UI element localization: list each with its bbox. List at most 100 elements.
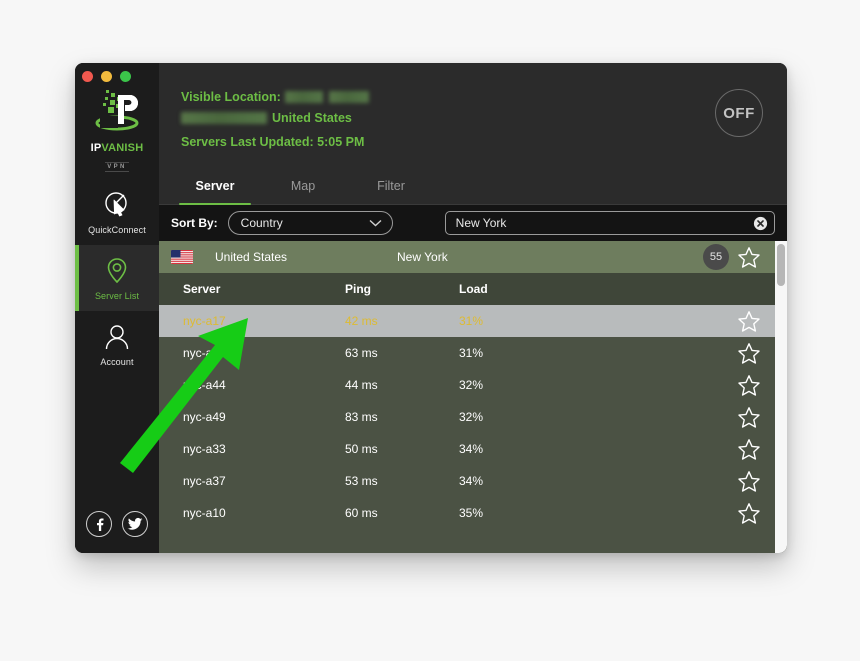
us-flag-icon bbox=[171, 250, 193, 264]
table-row[interactable]: nyc-a41 63 ms 31% bbox=[159, 337, 775, 369]
cell-server: nyc-a17 bbox=[183, 314, 226, 328]
table-row[interactable]: nyc-a49 83 ms 32% bbox=[159, 401, 775, 433]
star-outline-icon bbox=[738, 406, 760, 428]
sidebar-item-server-list[interactable]: Server List bbox=[75, 245, 159, 311]
table-row[interactable]: nyc-a17 42 ms 31% bbox=[159, 305, 775, 337]
clear-circle-icon bbox=[753, 216, 768, 230]
servers-last-updated: Servers Last Updated: 5:05 PM bbox=[181, 135, 365, 149]
main-panel: Visible Location: United States Servers … bbox=[159, 63, 787, 553]
power-toggle-button[interactable]: OFF bbox=[715, 89, 763, 137]
cell-server: nyc-a10 bbox=[183, 506, 226, 520]
sidebar-item-account-label: Account bbox=[100, 356, 134, 367]
twitter-button[interactable] bbox=[122, 511, 148, 537]
sidebar-nav: QuickConnect Server List Account bbox=[75, 179, 159, 377]
logo-wordmark: IPVANISH bbox=[75, 139, 159, 155]
cell-server: nyc-a41 bbox=[183, 346, 226, 360]
sidebar-item-account[interactable]: Account bbox=[75, 311, 159, 377]
cell-server: nyc-a37 bbox=[183, 474, 226, 488]
filter-toolbar: Sort By: Country New York bbox=[159, 205, 787, 241]
window-traffic-lights bbox=[82, 71, 131, 82]
table-row[interactable]: nyc-a33 50 ms 34% bbox=[159, 433, 775, 465]
cell-ping: 44 ms bbox=[345, 378, 378, 392]
redacted-city-block-1 bbox=[284, 91, 323, 103]
favorite-server-star-button[interactable] bbox=[737, 342, 761, 365]
search-input-value: New York bbox=[455, 216, 507, 230]
cell-ping: 60 ms bbox=[345, 506, 378, 520]
cell-load: 31% bbox=[459, 346, 484, 360]
column-header-server: Server bbox=[183, 282, 221, 296]
screenshot-stage: IPVANISH VPN QuickConnect Server List Ac… bbox=[0, 0, 860, 661]
table-column-headers: Server Ping Load bbox=[159, 273, 775, 305]
tab-bar: Server Map Filter bbox=[159, 175, 787, 205]
table-row[interactable]: nyc-a44 44 ms 32% bbox=[159, 369, 775, 401]
visible-location-country: United States bbox=[272, 111, 352, 125]
visible-location-line-2: United States bbox=[181, 108, 787, 129]
favorite-server-star-button[interactable] bbox=[737, 310, 761, 333]
visible-location-line-1: Visible Location: bbox=[181, 87, 787, 108]
server-count-badge: 55 bbox=[703, 244, 729, 270]
maximize-window-button[interactable] bbox=[120, 71, 131, 82]
cell-load: 32% bbox=[459, 410, 484, 424]
logo-vpn-text: VPN bbox=[105, 162, 129, 172]
tab-map[interactable]: Map bbox=[259, 175, 347, 204]
sort-by-select[interactable]: Country bbox=[227, 211, 393, 235]
server-list-container: United States New York 55 Server Ping Lo… bbox=[159, 241, 787, 553]
cell-ping: 53 ms bbox=[345, 474, 378, 488]
sort-by-value: Country bbox=[240, 216, 283, 230]
cell-ping: 63 ms bbox=[345, 346, 378, 360]
facebook-icon bbox=[96, 517, 103, 531]
quickconnect-icon bbox=[105, 191, 127, 216]
server-list: United States New York 55 Server Ping Lo… bbox=[159, 241, 775, 553]
scrollbar-thumb[interactable] bbox=[777, 244, 785, 286]
facebook-button[interactable] bbox=[86, 511, 112, 537]
app-logo: IPVANISH VPN bbox=[75, 88, 159, 173]
region-name: New York bbox=[397, 250, 448, 264]
favorite-server-star-button[interactable] bbox=[737, 502, 761, 525]
redacted-state-block bbox=[181, 112, 267, 124]
cell-ping: 50 ms bbox=[345, 442, 378, 456]
star-outline-icon bbox=[738, 374, 760, 396]
cell-load: 35% bbox=[459, 506, 484, 520]
cell-load: 34% bbox=[459, 442, 484, 456]
cell-load: 32% bbox=[459, 378, 484, 392]
cell-ping: 83 ms bbox=[345, 410, 378, 424]
sidebar: IPVANISH VPN QuickConnect Server List Ac… bbox=[75, 63, 159, 553]
star-outline-icon bbox=[738, 438, 760, 460]
chevron-down-icon bbox=[369, 219, 382, 227]
cell-server: nyc-a44 bbox=[183, 378, 226, 392]
sidebar-item-quickconnect[interactable]: QuickConnect bbox=[75, 179, 159, 245]
tab-filter[interactable]: Filter bbox=[347, 175, 435, 204]
social-links bbox=[75, 511, 159, 537]
ipvanish-app-window: IPVANISH VPN QuickConnect Server List Ac… bbox=[75, 63, 787, 553]
close-window-button[interactable] bbox=[82, 71, 93, 82]
star-outline-icon bbox=[738, 310, 760, 332]
favorite-country-star-button[interactable] bbox=[737, 246, 761, 269]
cell-server: nyc-a49 bbox=[183, 410, 226, 424]
country-group-row[interactable]: United States New York 55 bbox=[159, 241, 775, 273]
location-pin-icon bbox=[107, 257, 127, 283]
star-outline-icon bbox=[738, 502, 760, 524]
cell-load: 34% bbox=[459, 474, 484, 488]
tab-server[interactable]: Server bbox=[171, 175, 259, 205]
star-outline-icon bbox=[738, 342, 760, 364]
star-outline-icon bbox=[738, 246, 760, 268]
cell-ping: 42 ms bbox=[345, 314, 378, 328]
table-row[interactable]: nyc-a37 53 ms 34% bbox=[159, 465, 775, 497]
logo-vanish-text: VANISH bbox=[101, 142, 144, 154]
favorite-server-star-button[interactable] bbox=[737, 374, 761, 397]
twitter-icon bbox=[127, 517, 143, 530]
user-icon bbox=[105, 324, 129, 349]
table-row[interactable]: nyc-a10 60 ms 35% bbox=[159, 497, 775, 529]
favorite-server-star-button[interactable] bbox=[737, 470, 761, 493]
minimize-window-button[interactable] bbox=[101, 71, 112, 82]
status-header: Visible Location: United States Servers … bbox=[159, 63, 787, 175]
ipvanish-logo-icon bbox=[95, 90, 139, 131]
column-header-load: Load bbox=[459, 282, 488, 296]
favorite-server-star-button[interactable] bbox=[737, 438, 761, 461]
clear-search-button[interactable] bbox=[753, 216, 768, 231]
sort-by-label: Sort By: bbox=[171, 216, 218, 230]
search-input[interactable]: New York bbox=[444, 211, 775, 235]
favorite-server-star-button[interactable] bbox=[737, 406, 761, 429]
server-list-scrollbar[interactable] bbox=[775, 241, 787, 553]
sidebar-item-server-list-label: Server List bbox=[94, 290, 140, 301]
